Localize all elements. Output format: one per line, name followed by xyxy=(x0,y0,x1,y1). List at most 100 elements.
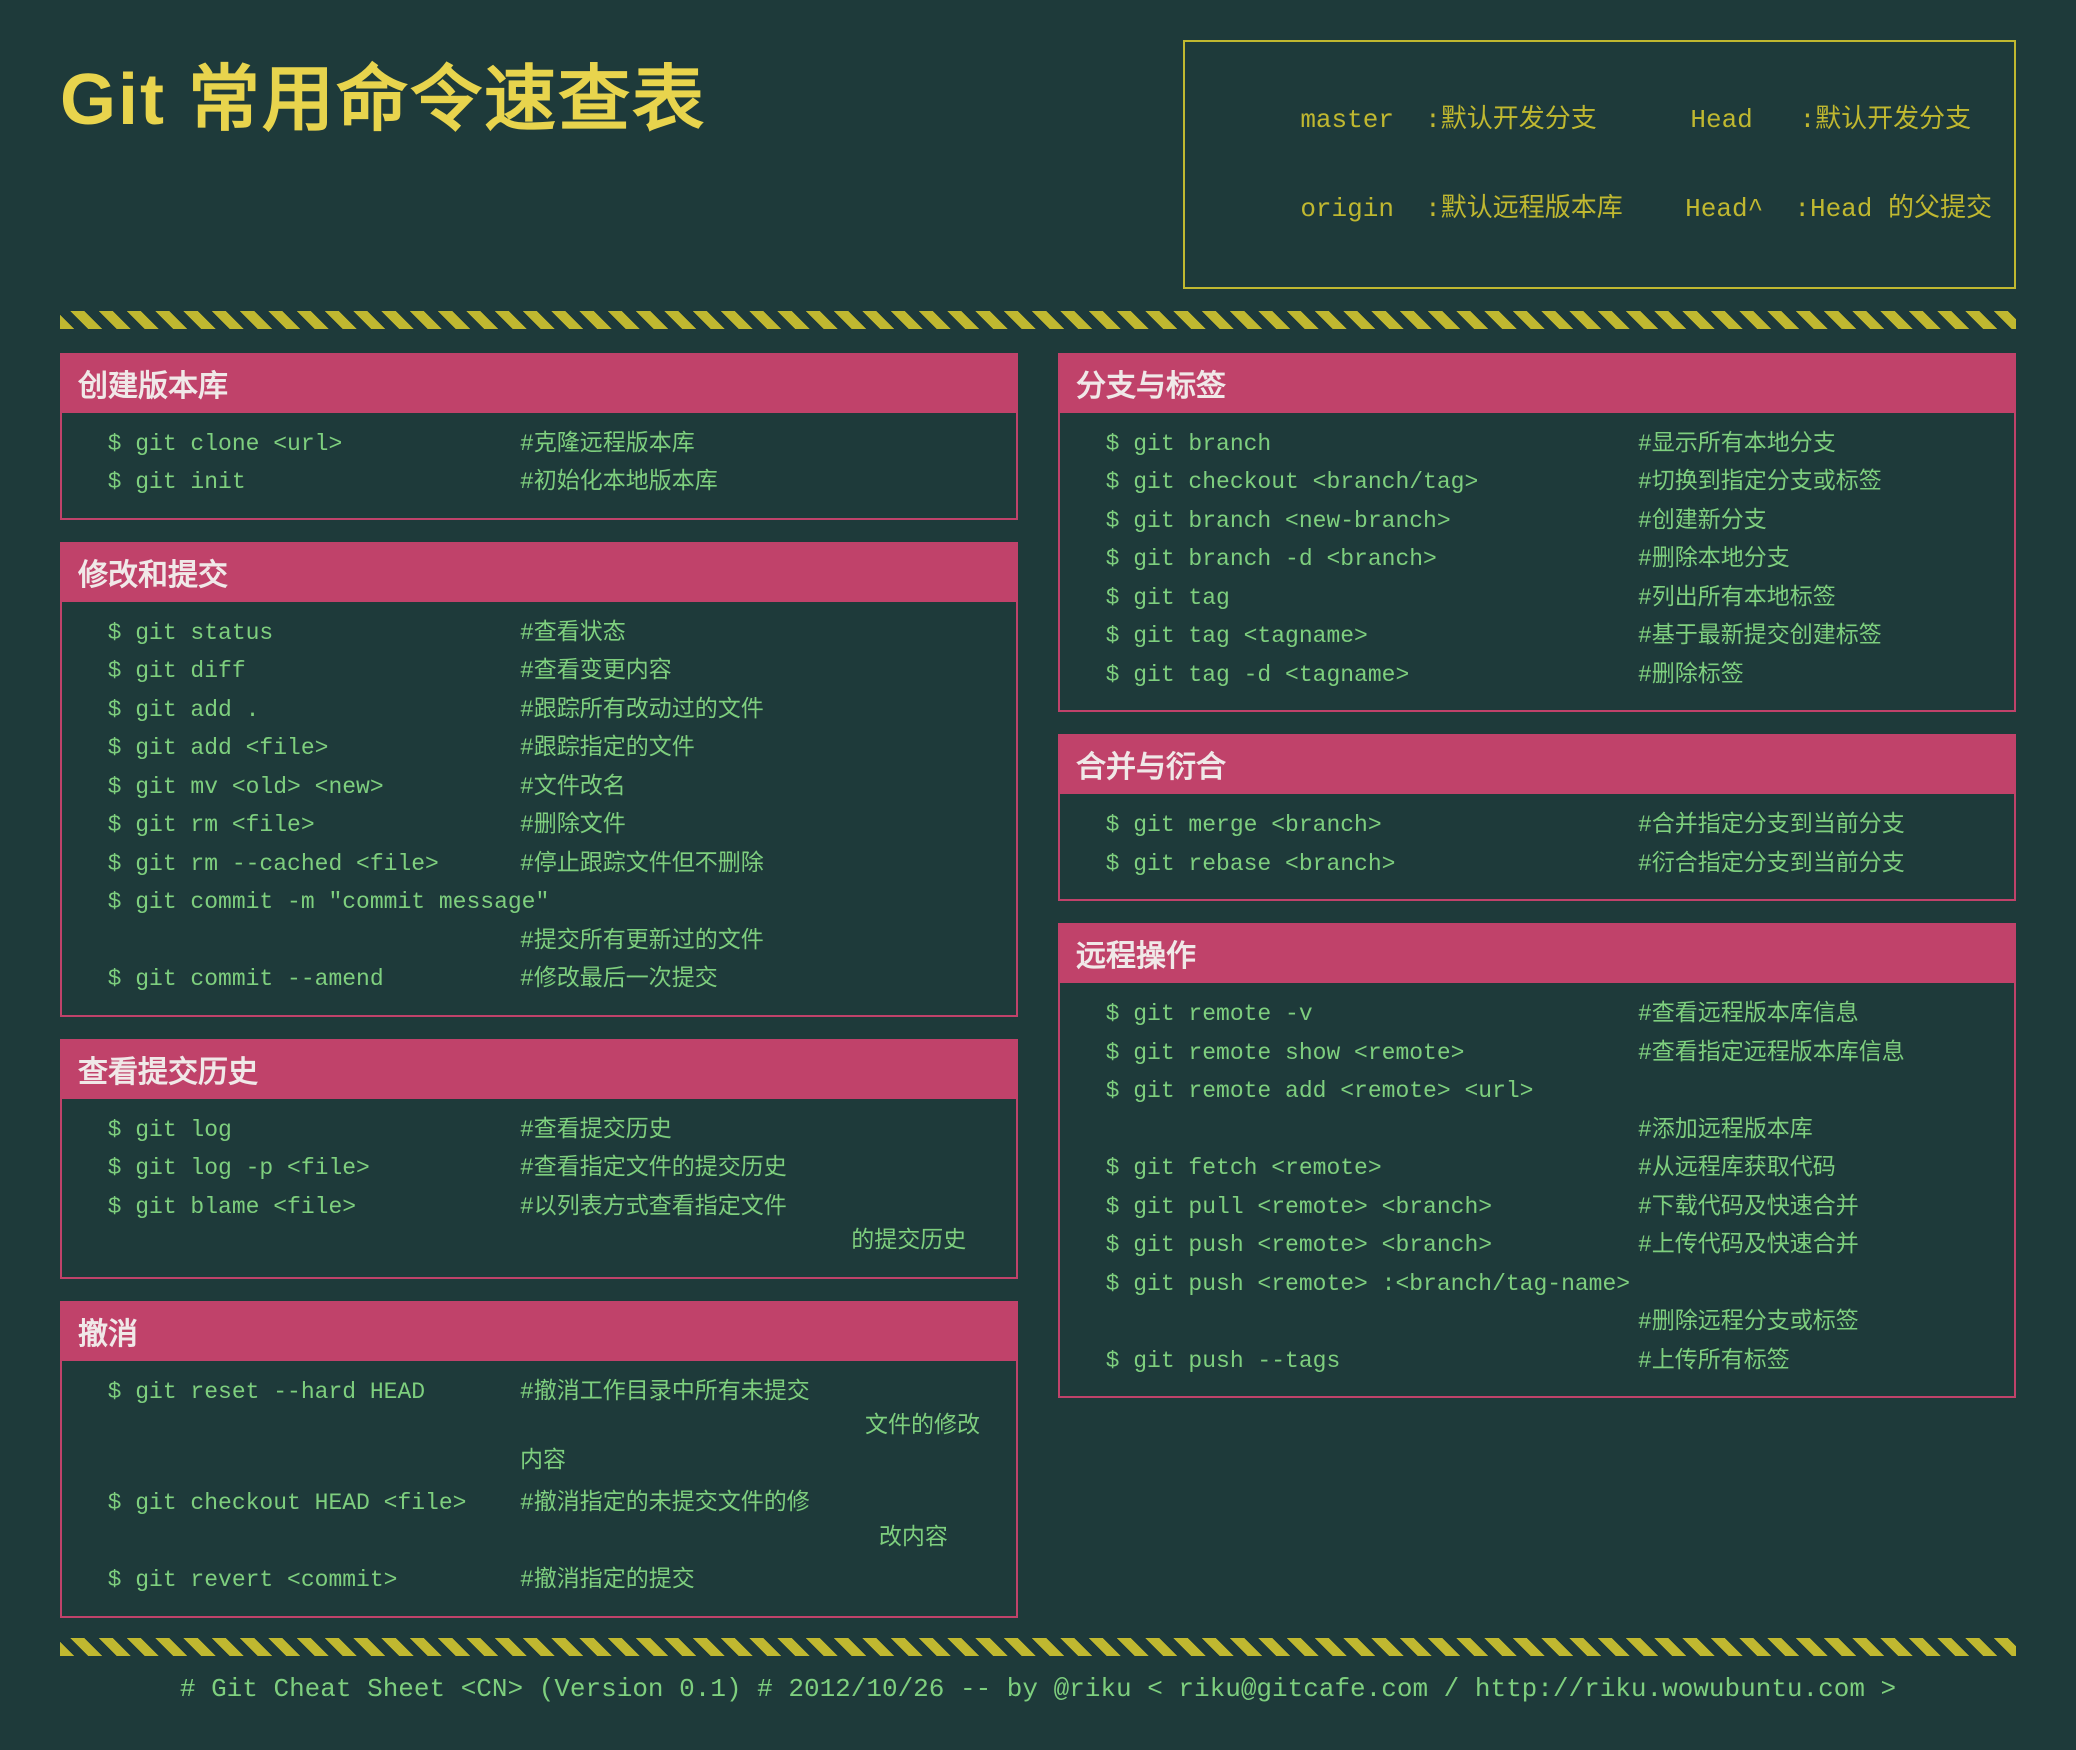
header: Git 常用命令速查表 master :默认开发分支 Head :默认开发分支 … xyxy=(60,40,2016,289)
cmd-commit-amend: $ git commit --amend #修改最后一次提交 xyxy=(80,962,998,997)
cmd-clone-text: $ git clone <url> xyxy=(80,427,520,462)
section-merge: 合并与衍合 $ git merge <branch> #合并指定分支到当前分支 … xyxy=(1058,734,2016,901)
cmd-tag-d: $ git tag -d <tagname> #删除标签 xyxy=(1078,658,1996,693)
cmd-remote-show: $ git remote show <remote> #查看指定远程版本库信息 xyxy=(1078,1036,1996,1071)
section-log: 查看提交历史 $ git log #查看提交历史 $ git log -p <f… xyxy=(60,1039,1018,1279)
cmd-push-tags-text: $ git push --tags xyxy=(1078,1344,1638,1379)
cmd-status-comment: #查看状态 xyxy=(520,616,626,651)
cmd-commit-m-comment-pad xyxy=(80,924,520,959)
cmd-mv-comment: #文件改名 xyxy=(520,770,626,805)
section-body-log: $ git log #查看提交历史 $ git log -p <file> #查… xyxy=(60,1099,1018,1279)
cmd-push-comment: #上传代码及快速合并 xyxy=(1638,1228,1859,1263)
cmd-branch-new-text: $ git branch <new-branch> xyxy=(1078,504,1638,539)
section-body-merge: $ git merge <branch> #合并指定分支到当前分支 $ git … xyxy=(1058,794,2016,901)
cmd-add-dot: $ git add . #跟踪所有改动过的文件 xyxy=(80,693,998,728)
footer-text: # Git Cheat Sheet <CN> (Version 0.1) # 2… xyxy=(60,1666,2016,1720)
cmd-commit-amend-text: $ git commit --amend xyxy=(80,962,520,997)
cmd-fetch-comment: #从远程库获取代码 xyxy=(1638,1151,1836,1186)
cmd-revert-text: $ git revert <commit> xyxy=(80,1563,520,1598)
cmd-tag-d-text: $ git tag -d <tagname> xyxy=(1078,658,1638,693)
cmd-branch-new-comment: #创建新分支 xyxy=(1638,504,1767,539)
legend-line-2: origin :默认远程版本库 Head^ :Head 的父提交 xyxy=(1300,194,1992,224)
footer-stripe xyxy=(60,1638,2016,1656)
cmd-mv-text: $ git mv <old> <new> xyxy=(80,770,520,805)
cmd-status-text: $ git status xyxy=(80,616,520,651)
cmd-rm-cached: $ git rm --cached <file> #停止跟踪文件但不删除 xyxy=(80,847,998,882)
section-header-merge: 合并与衍合 xyxy=(1058,734,2016,794)
cmd-log-text: $ git log xyxy=(80,1113,520,1148)
section-header-log: 查看提交历史 xyxy=(60,1039,1018,1099)
cmd-push-tags: $ git push --tags #上传所有标签 xyxy=(1078,1344,1996,1379)
cmd-rebase-comment: #衍合指定分支到当前分支 xyxy=(1638,847,1905,882)
cmd-branch: $ git branch #显示所有本地分支 xyxy=(1078,427,1996,462)
section-header-modify: 修改和提交 xyxy=(60,542,1018,602)
cmd-log: $ git log #查看提交历史 xyxy=(80,1113,998,1148)
cmd-checkout-head-comment: #撤消指定的未提交文件的修 改内容 xyxy=(520,1486,948,1555)
cmd-branch-text: $ git branch xyxy=(1078,427,1638,462)
cmd-tag: $ git tag #列出所有本地标签 xyxy=(1078,581,1996,616)
cmd-status: $ git status #查看状态 xyxy=(80,616,998,651)
cmd-commit-m: $ git commit -m "commit message" xyxy=(80,885,998,920)
cmd-tag-text: $ git tag xyxy=(1078,581,1638,616)
cmd-remote-add: $ git remote add <remote> <url> xyxy=(1078,1074,1996,1109)
cmd-checkout-branch-text: $ git checkout <branch/tag> xyxy=(1078,465,1638,500)
cmd-tag-comment: #列出所有本地标签 xyxy=(1638,581,1836,616)
cmd-checkout-head: $ git checkout HEAD <file> #撤消指定的未提交文件的修… xyxy=(80,1486,998,1555)
cmd-branch-d: $ git branch -d <branch> #删除本地分支 xyxy=(1078,542,1996,577)
cmd-merge-comment: #合并指定分支到当前分支 xyxy=(1638,808,1905,843)
cmd-push-tags-comment: #上传所有标签 xyxy=(1638,1344,1790,1379)
cmd-rm-cached-comment: #停止跟踪文件但不删除 xyxy=(520,847,764,882)
cmd-merge: $ git merge <branch> #合并指定分支到当前分支 xyxy=(1078,808,1996,843)
cmd-rm-comment: #删除文件 xyxy=(520,808,626,843)
cmd-tag-name: $ git tag <tagname> #基于最新提交创建标签 xyxy=(1078,619,1996,654)
cmd-remote-v: $ git remote -v #查看远程版本库信息 xyxy=(1078,997,1996,1032)
cmd-revert-comment: #撤消指定的提交 xyxy=(520,1563,695,1598)
cmd-add-file-text: $ git add <file> xyxy=(80,731,520,766)
right-column: 分支与标签 $ git branch #显示所有本地分支 $ git check… xyxy=(1058,353,2016,1618)
cmd-tag-name-comment: #基于最新提交创建标签 xyxy=(1638,619,1882,654)
cmd-init-comment: #初始化本地版本库 xyxy=(520,465,718,500)
cmd-rm-cached-text: $ git rm --cached <file> xyxy=(80,847,520,882)
cmd-checkout-branch-comment: #切换到指定分支或标签 xyxy=(1638,465,1882,500)
cmd-init-text: $ git init xyxy=(80,465,520,500)
cmd-log-p-text: $ git log -p <file> xyxy=(80,1151,520,1186)
cmd-tag-d-comment: #删除标签 xyxy=(1638,658,1744,693)
cmd-remote-v-text: $ git remote -v xyxy=(1078,997,1638,1032)
cmd-blame-comment: #以列表方式查看指定文件 的提交历史 xyxy=(520,1190,966,1259)
cmd-pull-text: $ git pull <remote> <branch> xyxy=(1078,1190,1638,1225)
section-body-branch: $ git branch #显示所有本地分支 $ git checkout <b… xyxy=(1058,413,2016,713)
cmd-diff-comment: #查看变更内容 xyxy=(520,654,672,689)
cmd-branch-d-comment: #删除本地分支 xyxy=(1638,542,1790,577)
cmd-blame-text: $ git blame <file> xyxy=(80,1190,520,1225)
cmd-remote-v-comment: #查看远程版本库信息 xyxy=(1638,997,1859,1032)
cmd-revert: $ git revert <commit> #撤消指定的提交 xyxy=(80,1563,998,1598)
cmd-commit-amend-comment: #修改最后一次提交 xyxy=(520,962,718,997)
cmd-reset-hard-comment: #撤消工作目录中所有未提交 文件的修改内容 xyxy=(520,1375,998,1479)
cmd-commit-m-text: $ git commit -m "commit message" xyxy=(80,885,549,920)
cmd-reset-hard-text: $ git reset --hard HEAD xyxy=(80,1375,520,1410)
cmd-log-p: $ git log -p <file> #查看指定文件的提交历史 xyxy=(80,1151,998,1186)
cmd-checkout-head-text: $ git checkout HEAD <file> xyxy=(80,1486,520,1521)
cmd-remote-show-text: $ git remote show <remote> xyxy=(1078,1036,1638,1071)
top-stripe-divider xyxy=(60,311,2016,329)
section-branch-tag: 分支与标签 $ git branch #显示所有本地分支 $ git check… xyxy=(1058,353,2016,713)
cmd-remote-add-comment-pad xyxy=(1078,1113,1638,1148)
cmd-rm: $ git rm <file> #删除文件 xyxy=(80,808,998,843)
cmd-branch-d-text: $ git branch -d <branch> xyxy=(1078,542,1638,577)
section-body-remote: $ git remote -v #查看远程版本库信息 $ git remote … xyxy=(1058,983,2016,1398)
cmd-fetch-text: $ git fetch <remote> xyxy=(1078,1151,1638,1186)
cmd-blame: $ git blame <file> #以列表方式查看指定文件 的提交历史 xyxy=(80,1190,998,1259)
cmd-push-delete-comment: #删除远程分支或标签 xyxy=(1078,1305,1996,1340)
cmd-clone-comment: #克隆远程版本库 xyxy=(520,427,695,462)
cmd-diff-text: $ git diff xyxy=(80,654,520,689)
cmd-push-delete: $ git push <remote> :<branch/tag-name> xyxy=(1078,1267,1996,1302)
cmd-add-dot-text: $ git add . xyxy=(80,693,520,728)
cmd-rebase-text: $ git rebase <branch> xyxy=(1078,847,1638,882)
cmd-checkout-branch: $ git checkout <branch/tag> #切换到指定分支或标签 xyxy=(1078,465,1996,500)
cmd-fetch: $ git fetch <remote> #从远程库获取代码 xyxy=(1078,1151,1996,1186)
cmd-push-delete-comment-pad xyxy=(1078,1305,1638,1340)
section-body-create: $ git clone <url> #克隆远程版本库 $ git init #初… xyxy=(60,413,1018,520)
section-create-repo: 创建版本库 $ git clone <url> #克隆远程版本库 $ git i… xyxy=(60,353,1018,520)
cmd-log-comment: #查看提交历史 xyxy=(520,1113,672,1148)
legend-line-1: master :默认开发分支 Head :默认开发分支 xyxy=(1300,105,1971,135)
